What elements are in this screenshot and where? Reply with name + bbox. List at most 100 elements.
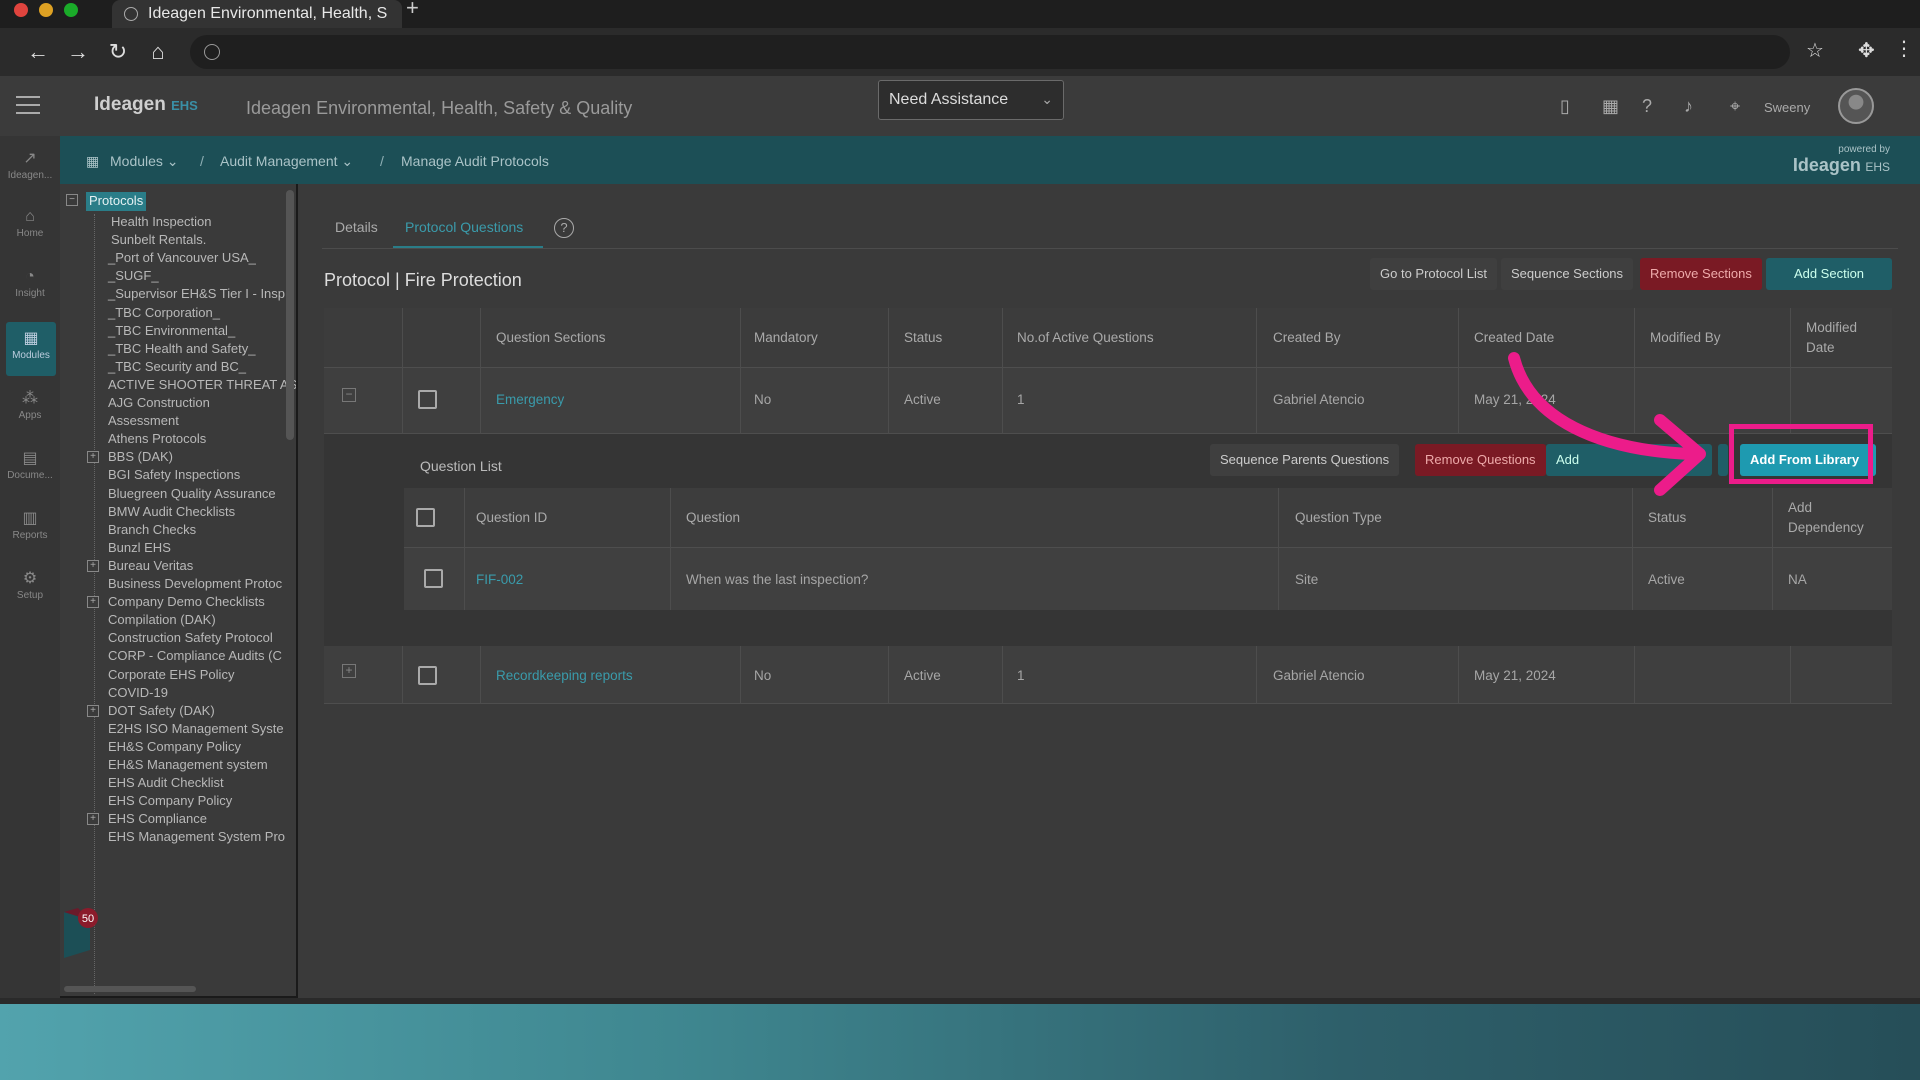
section-link[interactable]: Emergency [496, 392, 564, 407]
row-checkbox[interactable] [418, 666, 437, 685]
tree-horizontal-scrollbar[interactable] [64, 986, 196, 992]
collapse-row-icon[interactable]: − [342, 388, 356, 402]
tree-item[interactable]: EH&S Company Policy [108, 739, 241, 754]
user-name[interactable]: Sweeny [1764, 100, 1810, 115]
sequence-parents-questions-button[interactable]: Sequence Parents Questions [1210, 444, 1400, 476]
close-window-button[interactable] [14, 3, 28, 17]
tree-item[interactable]: CORP - Compliance Audits (C [108, 648, 282, 663]
bookmark-star-icon[interactable]: ☆ [1806, 38, 1824, 63]
tree-item[interactable]: EHS Compliance [108, 811, 207, 826]
browser-menu-icon[interactable]: ⋮ [1894, 36, 1914, 61]
rail-item-modules[interactable]: ▦ Modules [6, 322, 56, 376]
forward-arrow-icon[interactable]: → [64, 38, 92, 66]
calendar-icon[interactable]: ▦ [1602, 96, 1619, 117]
tree-item[interactable]: EHS Audit Checklist [108, 775, 224, 790]
col-created-date[interactable]: Created Date [1474, 330, 1554, 345]
collapse-toggle[interactable]: − [66, 194, 78, 206]
mobile-icon[interactable]: ▯ [1560, 96, 1570, 117]
tree-item[interactable]: _TBC Security and BC_ [108, 359, 246, 374]
row-checkbox[interactable] [418, 390, 437, 409]
expand-row-icon[interactable]: + [342, 664, 356, 678]
add-section-button[interactable]: Add Section [1766, 258, 1892, 290]
help-icon[interactable]: ? [1642, 96, 1652, 117]
col-created-by[interactable]: Created By [1273, 330, 1341, 345]
tree-item[interactable]: EHS Company Policy [108, 793, 232, 808]
rail-item-apps[interactable]: ⁂ Apps [0, 388, 60, 421]
col-mandatory[interactable]: Mandatory [754, 330, 818, 345]
rail-item-setup[interactable]: ⚙ Setup [0, 568, 60, 601]
address-bar[interactable] [190, 35, 1790, 69]
tree-vertical-scrollbar[interactable] [286, 190, 294, 440]
chat-widget[interactable]: 50 [60, 906, 104, 962]
avatar[interactable] [1838, 88, 1874, 124]
expand-node-icon[interactable]: + [87, 813, 99, 826]
breadcrumb-modules[interactable]: Modules ⌄ [110, 153, 179, 170]
ideagen-logo[interactable]: Ideagen EHS [94, 94, 198, 116]
question-id-link[interactable]: FIF-002 [476, 572, 523, 587]
tree-item[interactable]: E2HS ISO Management Syste [108, 721, 284, 736]
tree-item[interactable]: _Port of Vancouver USA_ [108, 250, 256, 265]
col-question-id[interactable]: Question ID [476, 510, 547, 525]
reload-icon[interactable]: ↻ [104, 38, 132, 66]
location-pin-icon[interactable]: ⌖ [1730, 96, 1740, 117]
tree-item[interactable]: _Supervisor EH&S Tier I - Insp [108, 286, 285, 301]
sequence-sections-button[interactable]: Sequence Sections [1501, 258, 1634, 290]
back-arrow-icon[interactable]: ← [24, 38, 52, 66]
tree-item[interactable]: COVID-19 [108, 685, 168, 700]
col-modified-by[interactable]: Modified By [1650, 330, 1721, 345]
tree-item[interactable]: Construction Safety Protocol [108, 630, 273, 645]
go-to-protocol-list-button[interactable]: Go to Protocol List [1370, 258, 1497, 290]
tree-item[interactable]: EHS Management System Pro [108, 829, 285, 844]
extensions-puzzle-icon[interactable]: ✥ [1858, 38, 1875, 63]
col-question-sections[interactable]: Question Sections [496, 330, 606, 345]
home-icon[interactable]: ⌂ [144, 38, 172, 66]
tree-item[interactable]: Corporate EHS Policy [108, 667, 234, 682]
tree-item[interactable]: BBS (DAK) [108, 449, 173, 464]
tree-item[interactable]: Sunbelt Rentals. [111, 232, 206, 247]
maximize-window-button[interactable] [64, 3, 78, 17]
bell-icon[interactable]: ♪ [1684, 96, 1693, 117]
tree-item[interactable]: _TBC Environmental_ [108, 323, 235, 338]
col-question-type[interactable]: Question Type [1295, 510, 1382, 525]
tree-item[interactable]: Compilation (DAK) [108, 612, 216, 627]
col-status[interactable]: Status [904, 330, 942, 345]
col-active-questions[interactable]: No.of Active Questions [1017, 330, 1154, 345]
need-assistance-dropdown[interactable]: Need Assistance ⌄ [878, 80, 1064, 120]
site-info-icon[interactable] [204, 44, 220, 60]
col-modified-date[interactable]: Modified Date [1806, 318, 1857, 358]
rail-item-home[interactable]: ⌂ Home [0, 208, 60, 239]
select-all-checkbox[interactable] [416, 508, 435, 527]
tree-item[interactable]: _TBC Corporation_ [108, 305, 220, 320]
tab-details[interactable]: Details [335, 219, 378, 235]
tree-item[interactable]: EH&S Management system [108, 757, 268, 772]
new-tab-button[interactable]: + [406, 0, 419, 19]
col-add-dependency[interactable]: Add Dependency [1788, 498, 1864, 538]
tree-item[interactable]: BMW Audit Checklists [108, 504, 235, 519]
tab-protocol-questions[interactable]: Protocol Questions [405, 219, 523, 235]
rail-item-documents[interactable]: ▤ Docume... [0, 448, 60, 481]
row-checkbox[interactable] [424, 569, 443, 588]
rail-item-ideagen[interactable]: ↗ Ideagen... [0, 148, 60, 181]
tree-item[interactable]: Bluegreen Quality Assurance [108, 486, 276, 501]
help-icon[interactable]: ? [554, 218, 574, 238]
tree-item[interactable]: _SUGF_ [108, 268, 159, 283]
rail-item-insight[interactable]: ◔ Insight [0, 268, 60, 299]
tree-root-protocols[interactable]: Protocols [86, 192, 147, 211]
tree-item[interactable]: Athens Protocols [108, 431, 206, 446]
table-row[interactable]: + Recordkeeping reports No Active 1 Gabr… [324, 646, 1892, 704]
col-question-status[interactable]: Status [1648, 510, 1686, 525]
remove-sections-button[interactable]: Remove Sections [1640, 258, 1762, 290]
table-row[interactable]: FIF-002 When was the last inspection? Si… [404, 548, 1892, 610]
tree-item[interactable]: BGI Safety Inspections [108, 467, 240, 482]
tree-item[interactable]: ACTIVE SHOOTER THREAT AS [108, 377, 296, 392]
tree-item[interactable]: Health Inspection [111, 214, 211, 229]
browser-tab[interactable]: Ideagen Environmental, Health, S [112, 0, 402, 28]
rail-item-reports[interactable]: ▥ Reports [0, 508, 60, 541]
expand-node-icon[interactable]: + [87, 559, 99, 572]
minimize-window-button[interactable] [39, 3, 53, 17]
breadcrumb-audit-management[interactable]: Audit Management ⌄ [220, 153, 353, 170]
expand-node-icon[interactable]: + [87, 451, 99, 464]
col-question[interactable]: Question [686, 510, 740, 525]
section-link[interactable]: Recordkeeping reports [496, 668, 633, 683]
tree-item[interactable]: Branch Checks [108, 522, 196, 537]
